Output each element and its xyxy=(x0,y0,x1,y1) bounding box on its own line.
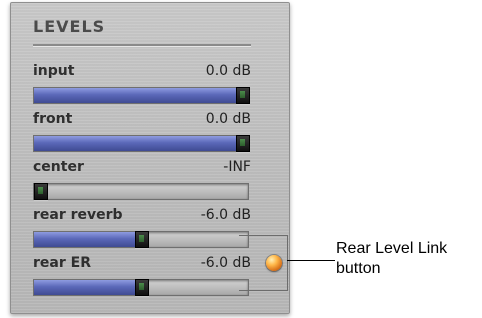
rear-er-level-handle[interactable] xyxy=(135,279,149,296)
rear-reverb-label: rear reverb xyxy=(33,207,123,223)
input-level-handle[interactable] xyxy=(236,87,250,104)
front-label: front xyxy=(33,111,73,127)
input-level-fill xyxy=(34,88,238,103)
rear-level-link-button[interactable] xyxy=(266,255,282,271)
rear-reverb-value: -6.0 dB xyxy=(200,207,251,223)
callout-text: Rear Level Link button xyxy=(336,239,482,279)
callout-text-line2: button xyxy=(336,260,381,277)
center-level-slider[interactable] xyxy=(33,183,249,200)
panel-title: LEVELS xyxy=(33,17,106,36)
front-value: 0.0 dB xyxy=(205,111,251,127)
callout-text-line1: Rear Level Link xyxy=(336,240,448,257)
center-level-handle[interactable] xyxy=(34,183,48,200)
center-label: center xyxy=(33,159,84,175)
rear-reverb-level-handle[interactable] xyxy=(135,231,149,248)
input-label: input xyxy=(33,63,75,79)
rear-er-label: rear ER xyxy=(33,255,91,271)
rear-er-value: -6.0 dB xyxy=(200,255,251,271)
front-level-handle[interactable] xyxy=(236,135,250,152)
center-value: -INF xyxy=(223,159,251,175)
rear-reverb-level-fill xyxy=(34,232,137,247)
callout-leader-line xyxy=(287,260,335,261)
input-level-slider[interactable] xyxy=(33,87,250,104)
levels-panel: LEVELS input 0.0 dB front 0.0 dB center … xyxy=(10,2,290,314)
rear-reverb-level-slider[interactable] xyxy=(33,231,249,248)
front-level-slider[interactable] xyxy=(33,135,250,152)
title-divider xyxy=(33,44,251,46)
input-value: 0.0 dB xyxy=(205,63,251,79)
rear-er-level-fill xyxy=(34,280,137,295)
rear-er-level-slider[interactable] xyxy=(33,279,249,296)
front-level-fill xyxy=(34,136,238,151)
